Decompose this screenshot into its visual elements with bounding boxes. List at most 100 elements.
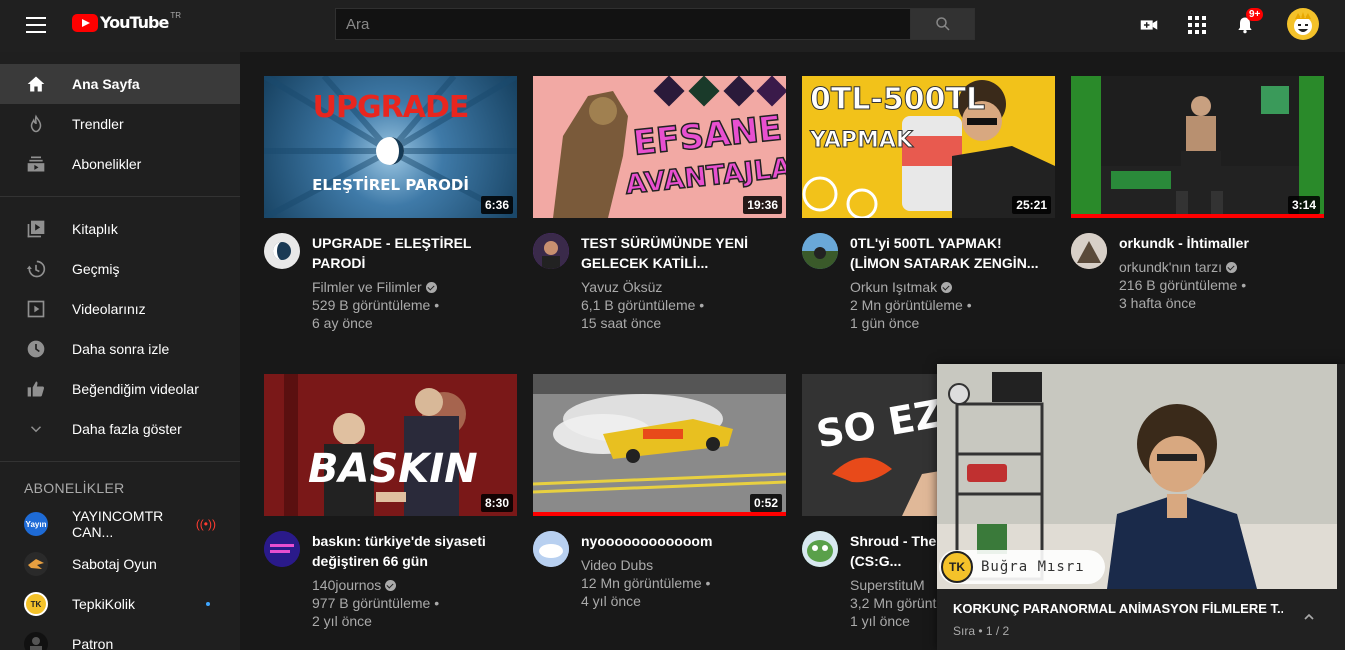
search-input[interactable] (335, 8, 911, 40)
subscription-item[interactable]: Patron (0, 624, 240, 650)
notifications-button[interactable]: 9+ (1234, 8, 1264, 36)
video-title[interactable]: baskın: türkiye'de siyaseti değiştiren 6… (312, 531, 517, 571)
account-avatar[interactable] (1287, 8, 1319, 40)
apps-button[interactable] (1186, 14, 1208, 36)
channel-name-text: Filmler ve Filimler (312, 279, 422, 295)
sidebar-item-label: Geçmiş (72, 261, 120, 277)
watch-later-icon (24, 337, 48, 361)
channel-avatar[interactable] (533, 233, 569, 269)
miniplayer-queue: Sıra • 1 / 2 (953, 624, 1010, 638)
sidebar-item-home[interactable]: Ana Sayfa (0, 64, 240, 104)
create-video-button[interactable] (1138, 14, 1160, 36)
video-card[interactable]: 0TL-500TL YAPMAK 25:21 0TL'yi 500TL YAPM… (802, 76, 1055, 332)
channel-name[interactable]: 140journos (312, 576, 517, 594)
sidebar-item-your-videos[interactable]: Videolarınız (0, 289, 240, 329)
channel-avatar[interactable] (264, 531, 300, 567)
upload-age: 3 hafta önce (1119, 295, 1197, 311)
subscription-label: Sabotaj Oyun (72, 556, 157, 572)
sidebar-item-history[interactable]: Geçmiş (0, 249, 240, 289)
video-card[interactable]: 0:52 nyoooooooooooom Video Dubs 12 Mn gö… (533, 374, 786, 610)
watch-progress-bar (533, 512, 786, 516)
sidebar-item-watch-later[interactable]: Daha sonra izle (0, 329, 240, 369)
race-car-graphic (533, 374, 786, 516)
channel-banner-name: Buğra Mısrı (981, 559, 1085, 575)
channel-avatar[interactable] (1071, 233, 1107, 269)
subscription-item[interactable]: Sabotaj Oyun (0, 544, 240, 584)
menu-icon[interactable] (26, 17, 46, 33)
expand-queue-button[interactable] (1301, 609, 1317, 630)
sidebar-item-liked-videos[interactable]: Beğendiğim videolar (0, 369, 240, 409)
youtube-logo[interactable]: YouTube TR (72, 11, 182, 32)
miniplayer[interactable]: TK Buğra Mısrı KORKUNÇ PARANORMAL ANİMAS… (937, 364, 1345, 650)
video-meta: orkundk - İhtimaller orkundk'nın tarzı 2… (1071, 233, 1324, 312)
video-thumbnail[interactable]: EFSANE AVANTAJLAR 19:36 (533, 76, 786, 218)
channel-avatar: Yayın (24, 512, 48, 536)
video-thumbnail[interactable]: 3:14 (1071, 76, 1324, 218)
video-title[interactable]: UPGRADE - ELEŞTİREL PARODİ (312, 233, 517, 273)
video-card[interactable]: 3:14 orkundk - İhtimaller orkundk'nın ta… (1071, 76, 1324, 312)
verified-badge-icon (385, 580, 397, 591)
miniplayer-video[interactable]: TK Buğra Mısrı (937, 364, 1337, 589)
upload-age: 2 yıl önce (312, 613, 372, 629)
verified-badge-icon (425, 282, 437, 293)
video-title[interactable]: nyoooooooooooom (581, 531, 712, 551)
sidebar-item-label: Trendler (72, 116, 124, 132)
logo-country: TR (170, 11, 182, 20)
search-bar (335, 8, 975, 40)
subscription-item[interactable]: TK TepkiKolik (0, 584, 240, 624)
video-thumbnail[interactable]: UPGRADE ELEŞTİREL PARODİ 6:36 (264, 76, 517, 218)
channel-name[interactable]: Yavuz Öksüz (581, 278, 786, 296)
sidebar-item-show-more[interactable]: Daha fazla göster (0, 409, 240, 449)
sidebar-item-label: Daha fazla göster (72, 421, 182, 437)
search-icon (935, 17, 950, 31)
video-thumbnail[interactable]: BASKIN 8:30 (264, 374, 517, 516)
view-count: 2 Mn görüntüleme • (850, 297, 972, 313)
video-title[interactable]: 0TL'yi 500TL YAPMAK! (LİMON SATARAK ZENG… (850, 233, 1055, 273)
video-title[interactable]: TEST SÜRÜMÜNDE YENİ GELECEK KATİLİ... (581, 233, 786, 273)
channel-name[interactable]: orkundk'nın tarzı (1119, 258, 1249, 276)
channel-name[interactable]: Orkun Işıtmak (850, 278, 1055, 296)
video-card[interactable]: EFSANE AVANTAJLAR 19:36 TEST SÜRÜMÜNDE Y… (533, 76, 786, 332)
subscription-item[interactable]: Yayın YAYINCOMTR CAN... ((•)) (0, 504, 240, 544)
channel-avatar: TK (24, 592, 48, 616)
upload-age: 6 ay önce (312, 315, 373, 331)
watch-progress-bar (1071, 214, 1324, 218)
video-title[interactable]: orkundk - İhtimaller (1119, 233, 1249, 253)
video-thumbnail[interactable]: 0TL-500TL YAPMAK 25:21 (802, 76, 1055, 218)
video-duration: 6:36 (480, 196, 513, 214)
video-thumbnail[interactable]: 0:52 (533, 374, 786, 516)
subscription-label: Patron (72, 636, 114, 650)
upload-age: 1 gün önce (850, 315, 920, 331)
notification-count-badge: 9+ (1246, 8, 1264, 21)
thumbnail-subtitle: YAPMAK (810, 128, 914, 154)
channel-avatar[interactable] (533, 531, 569, 567)
user-avatar-icon (1294, 12, 1312, 35)
sidebar-item-subscriptions[interactable]: Abonelikler (0, 144, 240, 184)
chevron-up-icon (1304, 613, 1314, 620)
verified-badge-icon (941, 282, 953, 293)
channel-avatar[interactable] (802, 531, 838, 567)
thumbnail-headline: 0TL-500TL (809, 82, 986, 118)
fire-icon (24, 112, 48, 136)
channel-name-text: Orkun Işıtmak (850, 279, 938, 295)
search-button[interactable] (911, 8, 975, 40)
channel-avatar[interactable] (264, 233, 300, 269)
apps-grid-icon (1188, 16, 1206, 34)
channel-logo: TK (941, 551, 973, 583)
sidebar-item-trending[interactable]: Trendler (0, 104, 240, 144)
channel-name[interactable]: Filmler ve Filimler (312, 278, 517, 296)
upload-age: 4 yıl önce (581, 593, 641, 609)
thumbnail-subtitle: ELEŞTİREL PARODİ (312, 176, 469, 194)
sidebar-divider (0, 461, 240, 462)
thumbnail-headline: UPGRADE (312, 90, 470, 125)
sidebar-item-library[interactable]: Kitaplık (0, 209, 240, 249)
person-room-graphic (1071, 76, 1324, 218)
channel-avatar[interactable] (802, 233, 838, 269)
video-card[interactable]: UPGRADE ELEŞTİREL PARODİ 6:36 UPGRADE - … (264, 76, 517, 332)
video-meta: nyoooooooooooom Video Dubs 12 Mn görüntü… (533, 531, 786, 610)
channel-name[interactable]: Video Dubs (581, 556, 712, 574)
sidebar-item-label: Videolarınız (72, 301, 146, 317)
miniplayer-title[interactable]: KORKUNÇ PARANORMAL ANİMASYON FİLMLERE T.… (953, 601, 1283, 616)
view-count: 529 B görüntüleme • (312, 297, 440, 313)
video-card[interactable]: BASKIN 8:30 baskın: türkiye'de siyaseti … (264, 374, 517, 630)
